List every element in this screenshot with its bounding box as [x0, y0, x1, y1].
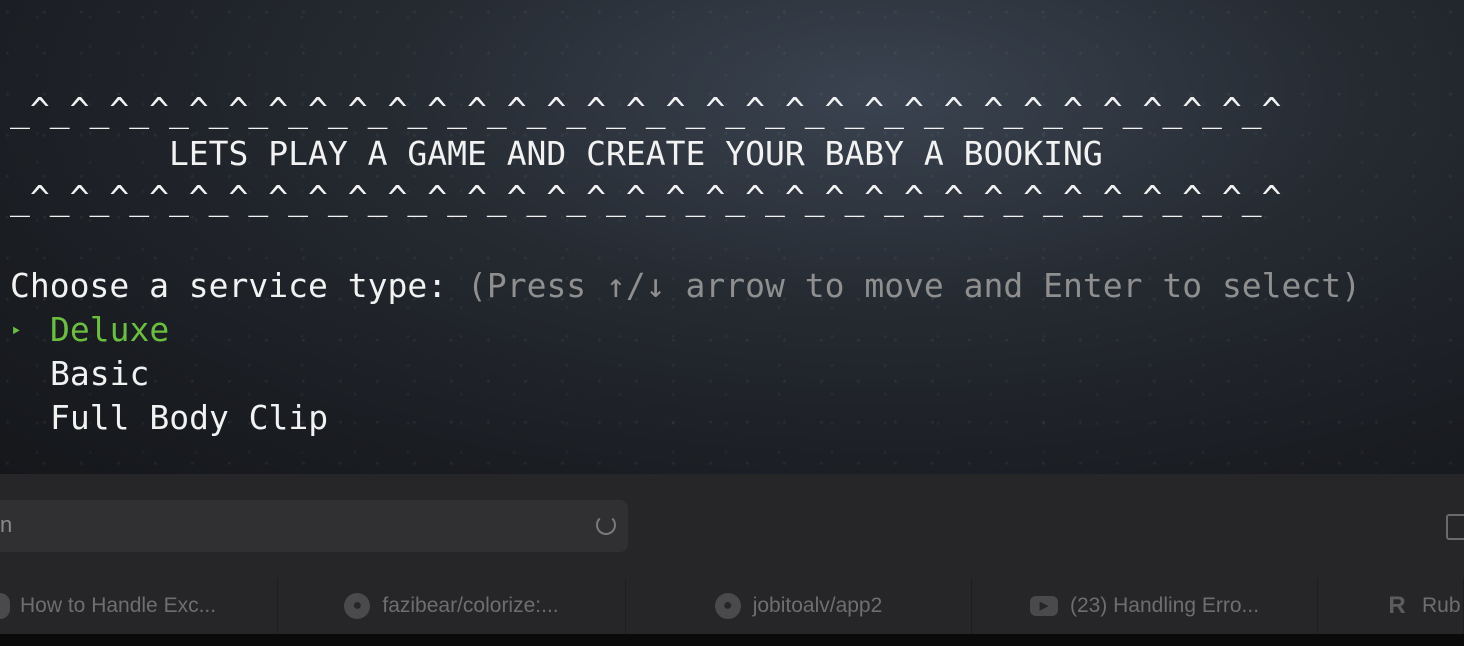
reload-icon[interactable] [596, 515, 616, 535]
window-bottom-edge [0, 634, 1464, 646]
address-bar[interactable]: n [0, 500, 628, 552]
option-full-body-clip[interactable]: Full Body Clip [10, 396, 328, 440]
tab-label: How to Handle Exc... [20, 594, 217, 617]
terminal-window[interactable]: _^_^_^_^_^_^_^_^_^_^_^_^_^_^_^_^_^_^_^_^… [0, 0, 1464, 474]
tab-rub[interactable]: R Rub [1318, 578, 1464, 634]
option-label: Basic [50, 354, 150, 393]
banner-border-top: _^_^_^_^_^_^_^_^_^_^_^_^_^_^_^_^_^_^_^_^… [10, 90, 1282, 129]
tab-label: (23) Handling Erro... [1069, 594, 1260, 617]
youtube-icon: ▶ [1029, 596, 1058, 616]
tab-handling-errors[interactable]: ▶ (23) Handling Erro... [972, 578, 1318, 634]
github-icon: ● [344, 593, 371, 619]
option-deluxe[interactable]: ‣ Deluxe [10, 308, 169, 352]
option-label: Full Body Clip [50, 398, 329, 437]
share-icon[interactable] [1446, 514, 1464, 540]
tab-handle-exceptions[interactable]: How to Handle Exc... [0, 578, 278, 634]
tab-label: Rub [1422, 594, 1461, 617]
github-icon: ● [714, 593, 741, 619]
tab-label: jobitoalv/app2 [752, 594, 883, 617]
option-label: Deluxe [50, 310, 170, 349]
banner-title: LETS PLAY A GAME AND CREATE YOUR BABY A … [10, 134, 1103, 173]
tab-bar: How to Handle Exc... ● fazibear/colorize… [0, 578, 1464, 634]
selection-pointer-icon: ‣ [10, 319, 23, 343]
service-type-prompt: Choose a service type: (Press ↑/↓ arrow … [10, 264, 1361, 308]
prompt-question: Choose a service type: [10, 266, 467, 305]
address-text: n [0, 512, 13, 537]
r-icon: R [1388, 592, 1406, 619]
browser-chrome: n How to Handle Exc... ● fazibear/colori… [0, 474, 1464, 634]
banner-border-bottom: _^_^_^_^_^_^_^_^_^_^_^_^_^_^_^_^_^_^_^_^… [10, 178, 1282, 217]
screen: _^_^_^_^_^_^_^_^_^_^_^_^_^_^_^_^_^_^_^_^… [0, 0, 1464, 646]
tab-app2[interactable]: ● jobitoalv/app2 [626, 578, 972, 634]
tab-label: fazibear/colorize:... [382, 594, 559, 617]
prompt-hint: (Press ↑/↓ arrow to move and Enter to se… [466, 266, 1362, 305]
option-basic[interactable]: Basic [10, 352, 149, 396]
tab-colorize[interactable]: ● fazibear/colorize:... [278, 578, 626, 634]
page-icon [0, 593, 10, 619]
